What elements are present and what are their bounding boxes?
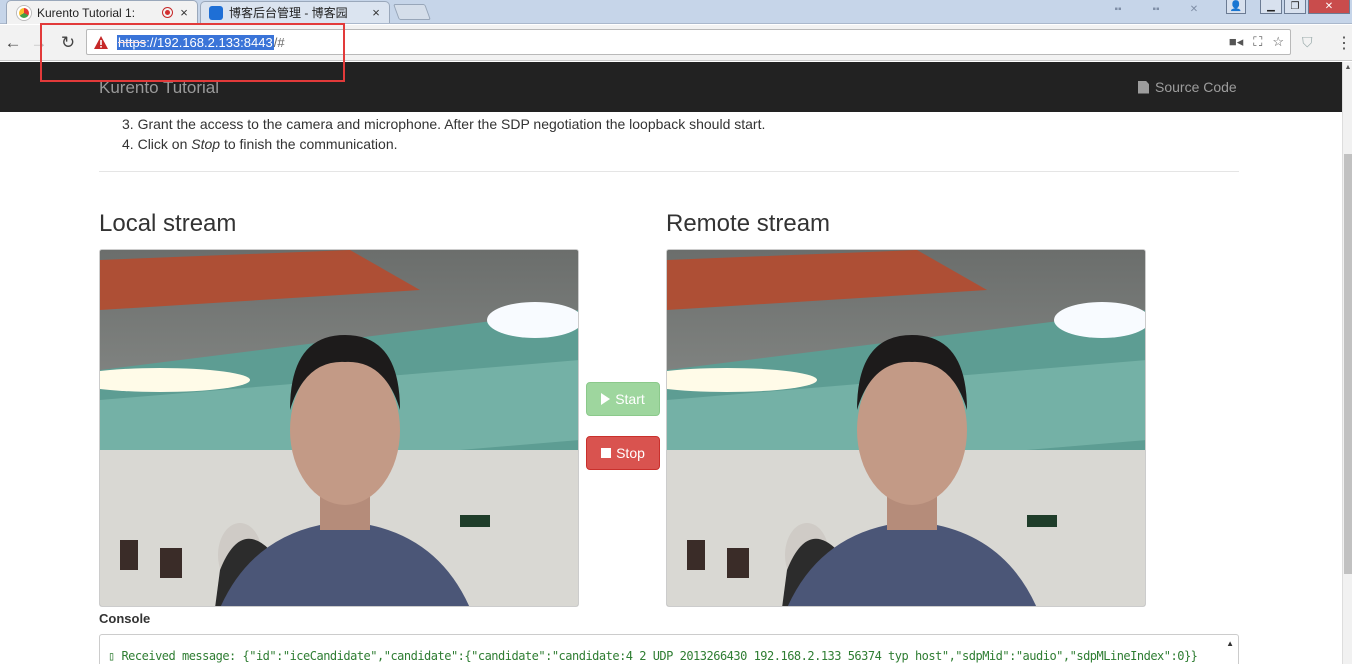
blog-favicon-icon xyxy=(209,5,223,20)
remote-video[interactable] xyxy=(666,249,1146,607)
tab-title: 博客后台管理 - 博客园 xyxy=(229,6,348,20)
restore-icon[interactable]: ❐ xyxy=(1284,0,1306,14)
close-tab-icon[interactable]: × xyxy=(369,5,383,20)
step-text: Grant the access to the camera and micro… xyxy=(137,116,766,132)
instruction-step-3: 3. Grant the access to the camera and mi… xyxy=(122,114,765,134)
close-tab-icon[interactable]: × xyxy=(177,5,191,20)
stop-label: Stop xyxy=(616,445,645,461)
local-video[interactable] xyxy=(99,249,579,607)
start-button[interactable]: Start xyxy=(586,382,660,416)
local-stream-title: Local stream xyxy=(99,210,237,237)
window-dot-icon: ▪▪ xyxy=(1114,3,1122,15)
url-selected-text: https://192.168.2.133:8443 xyxy=(117,34,274,50)
navbar-brand[interactable]: Kurento Tutorial xyxy=(99,78,219,98)
profile-icon[interactable]: 👤 xyxy=(1226,0,1246,14)
url-fragment: /# xyxy=(273,34,285,50)
url-scheme: https xyxy=(118,34,147,50)
url-host: ://192.168.2.133:8443 xyxy=(146,34,273,50)
console-scroll-up-icon[interactable]: ▲ xyxy=(1226,639,1234,648)
scroll-up-icon[interactable]: ▲ xyxy=(1343,64,1352,71)
start-label: Start xyxy=(615,391,645,407)
tab-strip: Kurento Tutorial 1: × 博客后台管理 - 博客园 × ▪▪ … xyxy=(0,0,1352,24)
not-secure-warning-icon[interactable] xyxy=(93,34,109,50)
window-close-icon[interactable]: ✕ xyxy=(1308,0,1350,14)
camera-in-use-icon[interactable]: ■◂ xyxy=(1229,34,1243,50)
source-code-link[interactable]: Source Code xyxy=(1138,79,1237,95)
stop-button[interactable]: Stop xyxy=(586,436,660,470)
step-number: 4. xyxy=(122,136,134,152)
source-code-label: Source Code xyxy=(1155,79,1237,95)
scroll-thumb[interactable] xyxy=(1344,154,1352,574)
page-scrollbar[interactable]: ▲ xyxy=(1342,62,1352,664)
address-bar[interactable]: https://192.168.2.133:8443 /# ■◂ ⛶ ☆ xyxy=(86,29,1291,55)
minimize-icon[interactable]: ▁ xyxy=(1260,0,1282,14)
step-text: Click on xyxy=(137,136,192,152)
translate-icon[interactable]: ⛶ xyxy=(1253,34,1262,50)
step-text: to finish the communication. xyxy=(220,136,398,152)
site-navbar: Kurento Tutorial Source Code xyxy=(0,62,1342,112)
back-arrow-icon[interactable]: ← xyxy=(2,32,24,54)
divider xyxy=(99,171,1239,172)
forward-arrow-icon[interactable]: → xyxy=(28,32,50,54)
video-frame xyxy=(100,250,578,606)
step-number: 3. xyxy=(122,116,134,132)
recording-icon xyxy=(162,7,173,18)
stop-icon xyxy=(601,448,612,458)
page-viewport: Kurento Tutorial Source Code 3. Grant th… xyxy=(0,62,1342,664)
instructions-list: 3. Grant the access to the camera and mi… xyxy=(122,114,765,154)
new-tab-button[interactable] xyxy=(393,4,431,20)
extension-shield-icon[interactable]: ⛉ xyxy=(1302,34,1313,51)
play-icon xyxy=(601,393,611,405)
remote-stream-title: Remote stream xyxy=(666,210,831,237)
tab-kurento[interactable]: Kurento Tutorial 1: × xyxy=(6,0,198,24)
video-frame xyxy=(667,250,1145,606)
window-dot-icon: ✕ xyxy=(1189,3,1199,15)
console-message: ▯ Received message: {"id":"iceCandidate"… xyxy=(108,649,1198,663)
chrome-favicon-icon xyxy=(17,5,31,20)
file-icon xyxy=(1138,80,1149,94)
console-message-text: Received message: {"id":"iceCandidate","… xyxy=(121,649,1198,663)
browser-menu-icon[interactable]: ⋮ xyxy=(1336,33,1352,53)
window-dot-icon: ▪▪ xyxy=(1152,3,1160,15)
step-emphasis: Stop xyxy=(191,136,221,152)
reload-icon[interactable]: ↻ xyxy=(57,32,79,54)
console-log[interactable]: ▯ Received message: {"id":"iceCandidate"… xyxy=(99,634,1239,664)
omnibox-actions: ■◂ ⛶ ☆ xyxy=(1229,34,1284,50)
tab-blog-admin[interactable]: 博客后台管理 - 博客园 × xyxy=(200,1,390,23)
tab-title: Kurento Tutorial 1: xyxy=(37,5,136,20)
browser-toolbar: ← → ↻ https://192.168.2.133:8443 /# ■◂ ⛶… xyxy=(0,25,1352,61)
bookmark-star-icon[interactable]: ☆ xyxy=(1272,34,1284,50)
instruction-step-4: 4. Click on Stop to finish the communica… xyxy=(122,134,765,154)
console-label: Console xyxy=(99,611,151,626)
